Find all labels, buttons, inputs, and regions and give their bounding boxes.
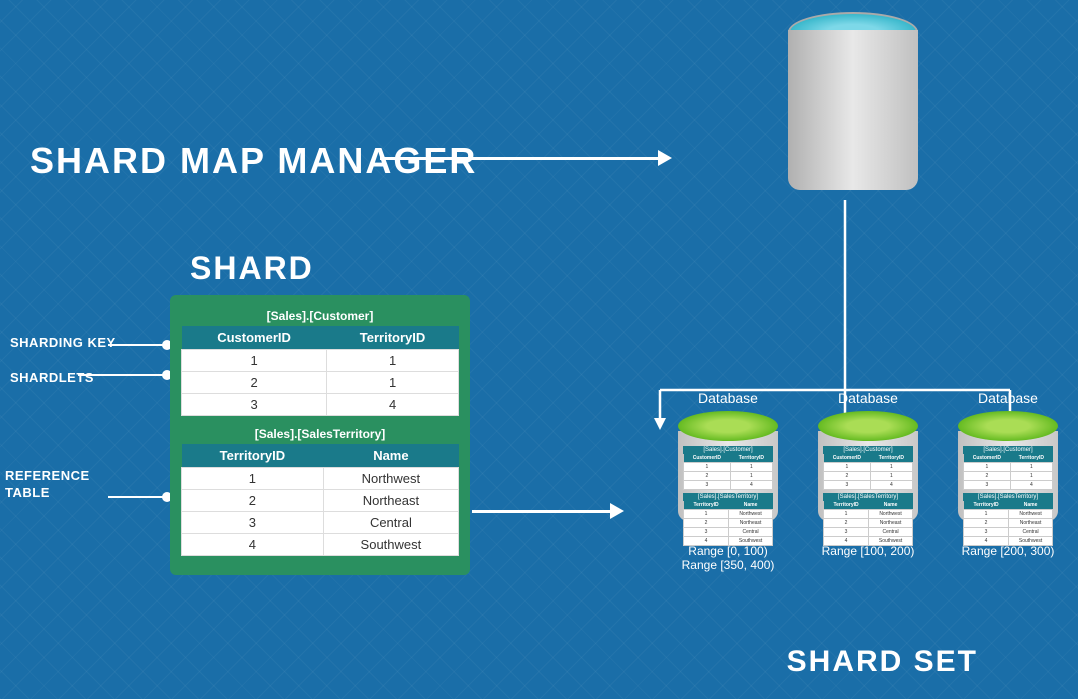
shard-2-cylinder-body: [Sales].[Customer] CustomerIDTerritoryID… bbox=[818, 431, 918, 521]
shard-map-manager-cylinder bbox=[788, 30, 918, 190]
cell: Southwest bbox=[323, 534, 458, 556]
shard-1-item: Database [Sales].[Customer] CustomerIDTe… bbox=[678, 390, 778, 572]
territory-col-id: TerritoryID bbox=[182, 444, 324, 468]
shard-1-territory-table: TerritoryIDName 1Northwest 2Northeast 3C… bbox=[683, 501, 773, 546]
shard-3-cylinder-body: [Sales].[Customer] CustomerIDTerritoryID… bbox=[958, 431, 1058, 521]
main-arrow bbox=[380, 157, 660, 160]
shard-1-customer-table: CustomerIDTerritoryID 11 21 34 bbox=[683, 454, 773, 490]
shardlets-label: SHARDLETS bbox=[10, 370, 94, 385]
cell: 3 bbox=[182, 512, 324, 534]
shard-1-tables: [Sales].[Customer] CustomerIDTerritoryID… bbox=[683, 446, 773, 546]
shard-3-cylinder: [Sales].[Customer] CustomerIDTerritoryID… bbox=[958, 411, 1058, 521]
shards-container: Database [Sales].[Customer] CustomerIDTe… bbox=[678, 390, 1058, 572]
sharding-key-label: SHARDING KEY bbox=[10, 335, 116, 350]
cylinder-body bbox=[788, 30, 918, 190]
shard-1-customer-title: [Sales].[Customer] bbox=[683, 446, 773, 454]
shard-2-territory-title: [Sales].[SalesTerritory] bbox=[823, 493, 913, 501]
shard-3-territory-title: [Sales].[SalesTerritory] bbox=[963, 493, 1053, 501]
territory-table: TerritoryID Name 1 Northwest 2 Northeast… bbox=[181, 444, 459, 556]
shard-3-tables: [Sales].[Customer] CustomerIDTerritoryID… bbox=[963, 446, 1053, 546]
shard-3-range: Range [200, 300) bbox=[962, 544, 1055, 558]
cell: 1 bbox=[182, 350, 327, 372]
shard-1-cylinder-body: [Sales].[Customer] CustomerIDTerritoryID… bbox=[678, 431, 778, 521]
reference-table-label: REFERENCETABLE bbox=[5, 468, 90, 502]
reference-table-connector bbox=[108, 496, 166, 498]
shard-3-db-label: Database bbox=[978, 390, 1038, 406]
cell: 4 bbox=[327, 394, 459, 416]
shard-tables-container: [Sales].[Customer] CustomerID TerritoryI… bbox=[170, 295, 470, 575]
page-title: SHARD MAP MANAGER bbox=[30, 140, 477, 182]
shard-set-label: SHARD SET bbox=[787, 645, 978, 679]
cell: 4 bbox=[182, 534, 324, 556]
cell: 1 bbox=[327, 372, 459, 394]
territory-col-name: Name bbox=[323, 444, 458, 468]
shard-3-item: Database [Sales].[Customer] CustomerIDTe… bbox=[958, 390, 1058, 558]
shard-2-territory-table: TerritoryIDName 1Northwest 2Northeast 3C… bbox=[823, 501, 913, 546]
table-row: 2 1 bbox=[182, 372, 459, 394]
customer-col-id: CustomerID bbox=[182, 326, 327, 350]
table-row: 3 Central bbox=[182, 512, 459, 534]
table-row: 1 1 bbox=[182, 350, 459, 372]
cell: Central bbox=[323, 512, 458, 534]
reference-arrow bbox=[472, 510, 612, 513]
table-row: 1 Northwest bbox=[182, 468, 459, 490]
shard-2-customer-table: CustomerIDTerritoryID 11 21 34 bbox=[823, 454, 913, 490]
shard-1-db-label: Database bbox=[698, 390, 758, 406]
territory-table-section: [Sales].[SalesTerritory] TerritoryID Nam… bbox=[181, 424, 459, 556]
shard-1-cylinder-top bbox=[678, 411, 778, 441]
shard-2-cylinder: [Sales].[Customer] CustomerIDTerritoryID… bbox=[818, 411, 918, 521]
cell: Northeast bbox=[323, 490, 458, 512]
shard-2-range: Range [100, 200) bbox=[822, 544, 915, 558]
cell: 2 bbox=[182, 490, 324, 512]
territory-table-title: [Sales].[SalesTerritory] bbox=[181, 424, 459, 444]
cell: 1 bbox=[182, 468, 324, 490]
shard-1-cylinder: [Sales].[Customer] CustomerIDTerritoryID… bbox=[678, 411, 778, 521]
shard-1-range: Range [0, 100)Range [350, 400) bbox=[682, 544, 775, 572]
customer-table-title: [Sales].[Customer] bbox=[181, 306, 459, 326]
table-row: 3 4 bbox=[182, 394, 459, 416]
shard-1-territory-title: [Sales].[SalesTerritory] bbox=[683, 493, 773, 501]
shard-2-cylinder-top bbox=[818, 411, 918, 441]
shard-2-item: Database [Sales].[Customer] CustomerIDTe… bbox=[818, 390, 918, 558]
cell: 3 bbox=[182, 394, 327, 416]
cell: 1 bbox=[327, 350, 459, 372]
shard-3-cylinder-top bbox=[958, 411, 1058, 441]
customer-col-territory: TerritoryID bbox=[327, 326, 459, 350]
customer-table: CustomerID TerritoryID 1 1 2 1 3 4 bbox=[181, 326, 459, 416]
shard-2-customer-title: [Sales].[Customer] bbox=[823, 446, 913, 454]
cell: Northwest bbox=[323, 468, 458, 490]
shardlets-connector bbox=[78, 374, 166, 376]
table-row: 4 Southwest bbox=[182, 534, 459, 556]
sharding-key-connector bbox=[108, 344, 166, 346]
shard-3-territory-table: TerritoryIDName 1Northwest 2Northeast 3C… bbox=[963, 501, 1053, 546]
shard-section-label: SHARD bbox=[190, 250, 314, 287]
shard-3-customer-table: CustomerIDTerritoryID 11 21 34 bbox=[963, 454, 1053, 490]
shard-3-customer-title: [Sales].[Customer] bbox=[963, 446, 1053, 454]
cell: 2 bbox=[182, 372, 327, 394]
shard-2-db-label: Database bbox=[838, 390, 898, 406]
table-row: 2 Northeast bbox=[182, 490, 459, 512]
shard-2-tables: [Sales].[Customer] CustomerIDTerritoryID… bbox=[823, 446, 913, 546]
customer-table-section: [Sales].[Customer] CustomerID TerritoryI… bbox=[181, 306, 459, 416]
